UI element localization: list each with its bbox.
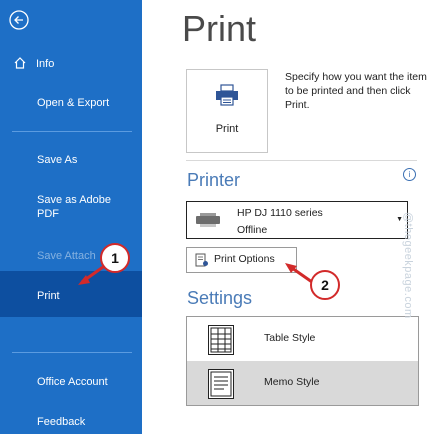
style-label: Table Style [264, 332, 316, 344]
sidebar-item-label: Office Account [37, 376, 108, 388]
printer-dropdown[interactable]: HP DJ 1110 series Offline ▼ [186, 201, 408, 239]
sidebar-item-label: Save As [37, 154, 78, 166]
page-title: Print [182, 8, 257, 49]
sidebar-item-label: Save as Adobe PDF [37, 194, 112, 220]
sidebar-item-label: Print [37, 290, 60, 302]
sidebar-divider [12, 352, 132, 353]
printer-icon [214, 83, 240, 112]
annotation-badge-2: 2 [310, 270, 340, 300]
settings-heading: Settings [187, 288, 253, 308]
print-style-list: Table Style Memo Style [186, 316, 419, 406]
table-style-icon [208, 325, 234, 355]
print-pane: Print Print Specify how you want the ite… [142, 0, 439, 434]
sidebar-item-label: Feedback [37, 416, 86, 428]
print-options-button[interactable]: Print Options [186, 247, 297, 273]
printer-heading: Printer [187, 170, 241, 190]
sidebar-item-open-export[interactable]: Open & Export [0, 92, 142, 114]
sidebar-divider [12, 131, 132, 132]
print-button[interactable]: Print [186, 69, 268, 153]
sidebar-item-info[interactable]: Info [0, 53, 142, 75]
sidebar-item-save-as-adobe-pdf[interactable]: Save as Adobe PDF [0, 189, 142, 221]
sidebar-item-label: Info [36, 58, 55, 70]
memo-style-icon [208, 369, 234, 399]
printer-device-icon [194, 212, 222, 233]
printer-name: HP DJ 1110 series [237, 207, 323, 219]
section-divider [186, 160, 417, 161]
sidebar-item-feedback[interactable]: Feedback [0, 411, 142, 433]
print-button-label: Print [215, 123, 239, 135]
printer-status: Offline [237, 224, 268, 236]
annotation-badge-1: 1 [100, 243, 130, 273]
info-icon[interactable]: i [403, 168, 416, 181]
sidebar-item-label: Save Attach [37, 250, 96, 262]
sidebar-item-label: Open & Export [37, 97, 110, 109]
print-options-icon [195, 253, 209, 272]
style-label: Memo Style [264, 376, 320, 388]
sidebar-item-print[interactable]: Print [0, 271, 142, 317]
print-options-label: Print Options [214, 253, 275, 265]
home-icon [13, 56, 27, 75]
sidebar-item-office-account[interactable]: Office Account [0, 371, 142, 393]
print-description: Specify how you want the item to be prin… [285, 71, 427, 111]
backstage-sidebar: Info Open & Export Save As Save as Adobe… [0, 0, 142, 434]
watermark: @thegeekpage.com [402, 212, 414, 319]
style-table[interactable]: Table Style [187, 317, 418, 361]
back-arrow-icon[interactable] [9, 10, 29, 30]
sidebar-item-save-as[interactable]: Save As [0, 149, 142, 171]
style-memo[interactable]: Memo Style [187, 361, 418, 405]
